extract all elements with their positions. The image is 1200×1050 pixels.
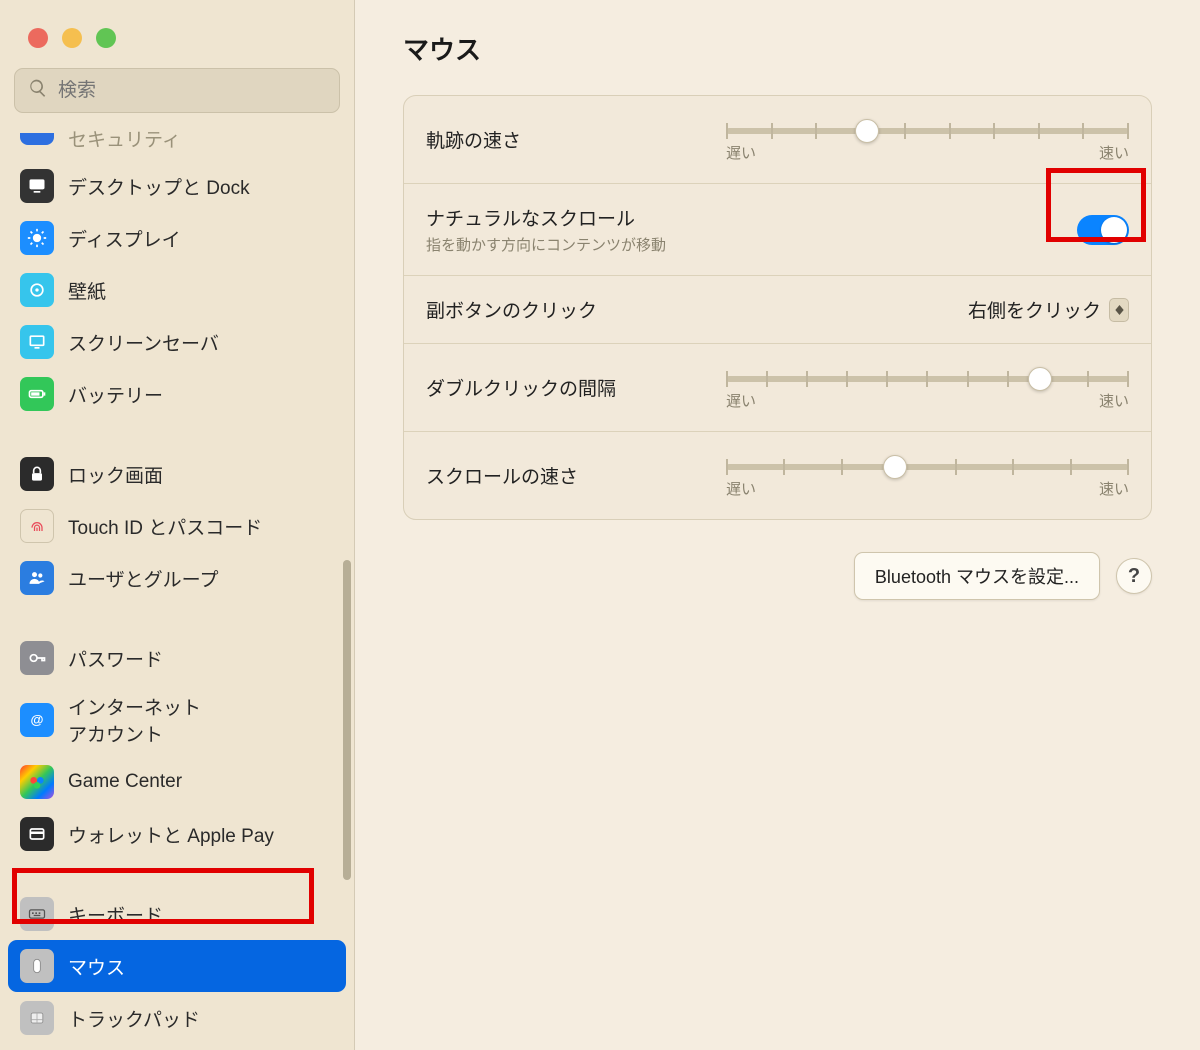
double-click-label: ダブルクリックの間隔: [426, 374, 726, 401]
natural-scroll-label: ナチュラルなスクロール: [426, 204, 1077, 231]
sidebar-item-battery[interactable]: バッテリー: [8, 368, 346, 420]
sidebar-item-label: ユーザとグループ: [68, 565, 218, 592]
slider-knob[interactable]: [883, 455, 907, 479]
secondary-click-select[interactable]: 右側をクリック: [968, 296, 1129, 323]
natural-scroll-sub: 指を動かす方向にコンテンツが移動: [426, 234, 1077, 255]
slider-max-label: 速い: [1099, 142, 1129, 163]
sidebar-item-wallet[interactable]: ウォレットと Apple Pay: [8, 808, 346, 860]
settings-card: 軌跡の速さ 遅い 速い ナチュラルなスクロール 指を動かす方向にコ: [403, 95, 1152, 520]
tracking-speed-label: 軌跡の速さ: [426, 126, 726, 153]
sidebar-item-label: インターネット アカウント: [68, 693, 201, 747]
scroll-speed-row: スクロールの速さ 遅い 速い: [404, 432, 1151, 519]
minimize-window-button[interactable]: [62, 28, 82, 48]
keyboard-icon: [20, 897, 54, 931]
sidebar-item-lockscreen[interactable]: ロック画面: [8, 448, 346, 500]
chevrons-up-down-icon: [1109, 298, 1129, 322]
sidebar-item-security-partial[interactable]: セキュリティ: [8, 125, 346, 160]
page-title: マウス: [403, 30, 1152, 67]
sidebar-item-label: ロック画面: [68, 461, 163, 488]
trackpad-icon: [20, 1001, 54, 1035]
sidebar-item-label: 壁紙: [68, 277, 106, 304]
wallet-icon: [20, 817, 54, 851]
slider-min-label: 遅い: [726, 390, 756, 411]
slider-max-label: 速い: [1099, 478, 1129, 499]
window-controls: [0, 0, 354, 48]
tracking-speed-row: 軌跡の速さ 遅い 速い: [404, 96, 1151, 184]
natural-scroll-toggle[interactable]: [1077, 215, 1129, 245]
sidebar-item-label: バッテリー: [68, 381, 163, 408]
sidebar-item-label: ディスプレイ: [68, 225, 181, 252]
slider-min-label: 遅い: [726, 142, 756, 163]
wallpaper-icon: [20, 273, 54, 307]
sidebar-item-label: ウォレットと Apple Pay: [68, 821, 274, 848]
slider-knob[interactable]: [1028, 367, 1052, 391]
password-icon: [20, 641, 54, 675]
search-icon: [28, 78, 48, 103]
sidebar-item-touchid[interactable]: Touch ID とパスコード: [8, 500, 346, 552]
users-icon: [20, 561, 54, 595]
touchid-icon: [20, 509, 54, 543]
sidebar-item-gamecenter[interactable]: Game Center: [8, 756, 346, 808]
sidebar-item-label: Game Center: [68, 771, 182, 793]
sidebar-item-internet-accounts[interactable]: @ インターネット アカウント: [8, 684, 346, 756]
sidebar-item-label: トラックパッド: [68, 1005, 200, 1032]
sidebar-item-desktop-dock[interactable]: デスクトップと Dock: [8, 160, 346, 212]
secondary-click-row: 副ボタンのクリック 右側をクリック: [404, 276, 1151, 344]
sidebar-list[interactable]: セキュリティ デスクトップと Dock ディスプレイ壁紙スクリーンセーババッテリー…: [0, 125, 354, 1035]
toggle-knob: [1101, 217, 1127, 243]
search-field[interactable]: [14, 68, 340, 113]
sidebar-item-screensaver[interactable]: スクリーンセーバ: [8, 316, 346, 368]
tracking-speed-slider[interactable]: 遅い 速い: [726, 116, 1129, 163]
sidebar: セキュリティ デスクトップと Dock ディスプレイ壁紙スクリーンセーババッテリー…: [0, 0, 355, 1050]
sidebar-item-label: キーボード: [68, 901, 163, 928]
sidebar-item-trackpad[interactable]: トラックパッド: [8, 992, 346, 1035]
double-click-row: ダブルクリックの間隔 遅い 速い: [404, 344, 1151, 432]
help-button[interactable]: ?: [1116, 558, 1152, 594]
sidebar-scrollbar[interactable]: [343, 560, 351, 880]
sidebar-item-keyboard[interactable]: キーボード: [8, 888, 346, 940]
sidebar-item-label: パスワード: [68, 645, 163, 672]
sidebar-item-wallpaper[interactable]: 壁紙: [8, 264, 346, 316]
main-panel: マウス 軌跡の速さ 遅い 速い: [355, 0, 1200, 1050]
display-icon: [20, 221, 54, 255]
sidebar-item-users[interactable]: ユーザとグループ: [8, 552, 346, 604]
search-input[interactable]: [58, 80, 326, 102]
screensaver-icon: [20, 325, 54, 359]
sidebar-item-label: スクリーンセーバ: [68, 329, 219, 356]
zoom-window-button[interactable]: [96, 28, 116, 48]
svg-text:@: @: [31, 712, 44, 727]
mouse-icon: [20, 949, 54, 983]
secondary-click-label: 副ボタンのクリック: [426, 296, 968, 323]
scroll-speed-label: スクロールの速さ: [426, 462, 726, 489]
select-value: 右側をクリック: [968, 296, 1101, 323]
sidebar-item-mouse[interactable]: マウス: [8, 940, 346, 992]
shield-icon: [20, 133, 54, 145]
slider-max-label: 速い: [1099, 390, 1129, 411]
natural-scroll-row: ナチュラルなスクロール 指を動かす方向にコンテンツが移動: [404, 184, 1151, 276]
sidebar-item-label: マウス: [68, 953, 125, 980]
double-click-slider[interactable]: 遅い 速い: [726, 364, 1129, 411]
sidebar-item-label: セキュリティ: [68, 125, 181, 152]
slider-knob[interactable]: [855, 119, 879, 143]
gamecenter-icon: [20, 765, 54, 799]
scroll-speed-slider[interactable]: 遅い 速い: [726, 452, 1129, 499]
close-window-button[interactable]: [28, 28, 48, 48]
sidebar-item-label: Touch ID とパスコード: [68, 513, 262, 540]
internet-icon: @: [20, 703, 54, 737]
lock-icon: [20, 457, 54, 491]
slider-min-label: 遅い: [726, 478, 756, 499]
battery-icon: [20, 377, 54, 411]
sidebar-item-passwords[interactable]: パスワード: [8, 632, 346, 684]
desktop-icon: [20, 169, 54, 203]
sidebar-item-display[interactable]: ディスプレイ: [8, 212, 346, 264]
sidebar-item-label: デスクトップと Dock: [68, 173, 250, 200]
footer-row: Bluetooth マウスを設定... ?: [403, 552, 1152, 600]
bluetooth-mouse-setup-button[interactable]: Bluetooth マウスを設定...: [854, 552, 1100, 600]
